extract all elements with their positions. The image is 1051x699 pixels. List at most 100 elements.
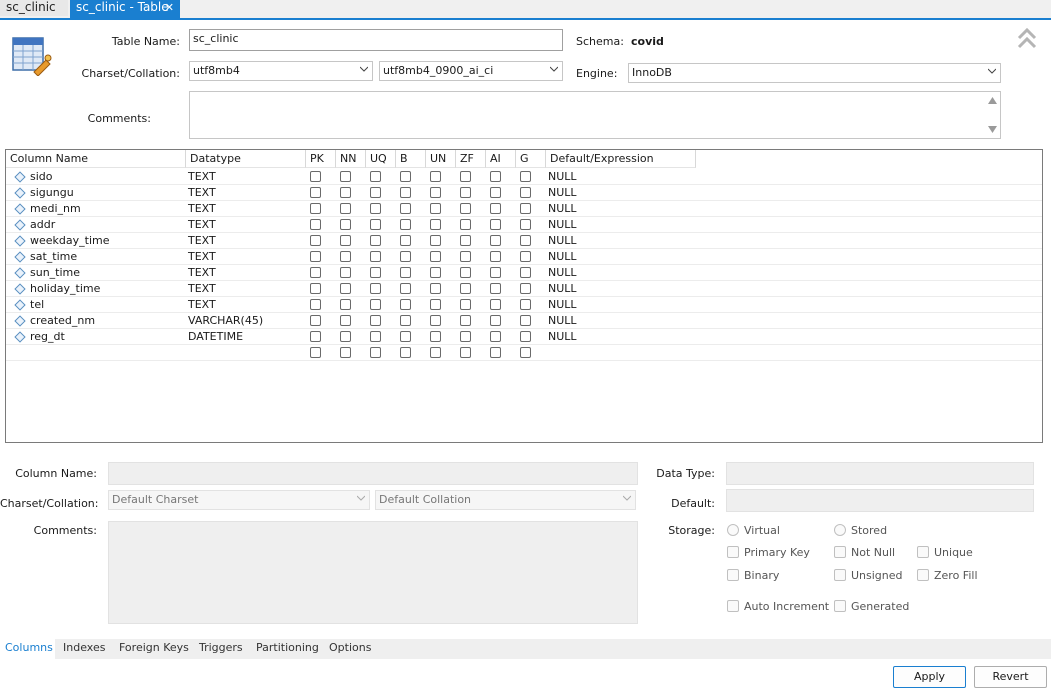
apply-button[interactable]: Apply bbox=[893, 666, 966, 688]
pk-checkbox[interactable] bbox=[310, 299, 321, 310]
table-row[interactable]: reg_dt DATETIME NULL bbox=[6, 329, 1042, 345]
datatype-cell[interactable]: TEXT bbox=[188, 297, 216, 313]
pk-checkbox[interactable] bbox=[310, 283, 321, 294]
virtual-radio[interactable] bbox=[727, 524, 739, 536]
zf-checkbox[interactable] bbox=[460, 251, 471, 262]
uq-checkbox[interactable] bbox=[370, 267, 381, 278]
collapse-icon[interactable] bbox=[1017, 28, 1037, 50]
unsigned-checkbox[interactable] bbox=[834, 569, 846, 581]
default-cell[interactable]: NULL bbox=[548, 185, 577, 201]
b-checkbox[interactable] bbox=[400, 235, 411, 246]
column-name-cell[interactable]: weekday_time bbox=[30, 233, 110, 249]
un-checkbox[interactable] bbox=[430, 171, 441, 182]
nn-checkbox[interactable] bbox=[340, 171, 351, 182]
close-icon[interactable]: ✕ bbox=[165, 0, 174, 15]
pk-checkbox[interactable] bbox=[310, 219, 321, 230]
stored-radio[interactable] bbox=[834, 524, 846, 536]
default-cell[interactable]: NULL bbox=[548, 169, 577, 185]
column-name-cell[interactable]: sido bbox=[30, 169, 53, 185]
ai-checkbox[interactable] bbox=[490, 219, 501, 230]
pk-checkbox[interactable] bbox=[310, 187, 321, 198]
uq-checkbox[interactable] bbox=[370, 299, 381, 310]
un-checkbox[interactable] bbox=[430, 331, 441, 342]
un-checkbox[interactable] bbox=[430, 251, 441, 262]
pk-checkbox[interactable] bbox=[310, 251, 321, 262]
header-g[interactable]: G bbox=[516, 150, 546, 168]
charset-select[interactable]: utf8mb4 bbox=[189, 61, 373, 81]
column-name-cell[interactable]: sigungu bbox=[30, 185, 74, 201]
header-uq[interactable]: UQ bbox=[366, 150, 396, 168]
nn-checkbox[interactable] bbox=[340, 251, 351, 262]
tab-foreign-keys[interactable]: Foreign Keys bbox=[119, 641, 189, 654]
pk-checkbox[interactable] bbox=[310, 347, 321, 358]
nn-checkbox[interactable] bbox=[340, 315, 351, 326]
table-name-input[interactable]: sc_clinic bbox=[189, 29, 563, 51]
tab-sc-clinic-table[interactable]: sc_clinic - Table ✕ bbox=[70, 0, 180, 18]
b-checkbox[interactable] bbox=[400, 203, 411, 214]
uq-checkbox[interactable] bbox=[370, 203, 381, 214]
default-cell[interactable]: NULL bbox=[548, 313, 577, 329]
zf-checkbox[interactable] bbox=[460, 171, 471, 182]
ai-checkbox[interactable] bbox=[490, 235, 501, 246]
g-checkbox[interactable] bbox=[520, 299, 531, 310]
default-cell[interactable]: NULL bbox=[548, 329, 577, 345]
table-row[interactable]: sun_time TEXT NULL bbox=[6, 265, 1042, 281]
column-name-cell[interactable]: holiday_time bbox=[30, 281, 100, 297]
b-checkbox[interactable] bbox=[400, 315, 411, 326]
ai-checkbox[interactable] bbox=[490, 251, 501, 262]
nn-checkbox[interactable] bbox=[340, 331, 351, 342]
g-checkbox[interactable] bbox=[520, 235, 531, 246]
column-collation-select[interactable]: Default Collation bbox=[375, 490, 636, 510]
nn-checkbox[interactable] bbox=[340, 347, 351, 358]
table-row[interactable] bbox=[6, 345, 1042, 361]
column-name-cell[interactable]: created_nm bbox=[30, 313, 95, 329]
uq-checkbox[interactable] bbox=[370, 283, 381, 294]
datatype-input[interactable] bbox=[726, 462, 1034, 485]
b-checkbox[interactable] bbox=[400, 299, 411, 310]
header-datatype[interactable]: Datatype bbox=[186, 150, 306, 168]
ai-checkbox[interactable] bbox=[490, 299, 501, 310]
engine-select[interactable]: InnoDB bbox=[628, 63, 1001, 83]
g-checkbox[interactable] bbox=[520, 331, 531, 342]
default-cell[interactable]: NULL bbox=[548, 201, 577, 217]
datatype-cell[interactable]: TEXT bbox=[188, 217, 216, 233]
pk-checkbox[interactable] bbox=[310, 267, 321, 278]
header-zf[interactable]: ZF bbox=[456, 150, 486, 168]
default-cell[interactable]: NULL bbox=[548, 217, 577, 233]
scroll-down-icon[interactable] bbox=[988, 126, 997, 133]
table-row[interactable]: created_nm VARCHAR(45) NULL bbox=[6, 313, 1042, 329]
tab-triggers[interactable]: Triggers bbox=[199, 641, 243, 654]
column-name-cell[interactable]: sat_time bbox=[30, 249, 77, 265]
column-name-cell[interactable]: reg_dt bbox=[30, 329, 65, 345]
g-checkbox[interactable] bbox=[520, 347, 531, 358]
zf-checkbox[interactable] bbox=[460, 235, 471, 246]
default-cell[interactable]: NULL bbox=[548, 297, 577, 313]
b-checkbox[interactable] bbox=[400, 331, 411, 342]
nn-checkbox[interactable] bbox=[340, 187, 351, 198]
uq-checkbox[interactable] bbox=[370, 171, 381, 182]
zf-checkbox[interactable] bbox=[460, 315, 471, 326]
table-row[interactable]: addr TEXT NULL bbox=[6, 217, 1042, 233]
header-pk[interactable]: PK bbox=[306, 150, 336, 168]
table-row[interactable]: sat_time TEXT NULL bbox=[6, 249, 1042, 265]
columns-grid[interactable]: Column Name Datatype PK NN UQ B UN ZF AI… bbox=[5, 149, 1043, 443]
un-checkbox[interactable] bbox=[430, 203, 441, 214]
un-checkbox[interactable] bbox=[430, 219, 441, 230]
auto-increment-checkbox[interactable] bbox=[727, 600, 739, 612]
not-null-checkbox[interactable] bbox=[834, 546, 846, 558]
default-cell[interactable]: NULL bbox=[548, 249, 577, 265]
column-name-cell[interactable]: medi_nm bbox=[30, 201, 81, 217]
tab-options[interactable]: Options bbox=[329, 641, 371, 654]
ai-checkbox[interactable] bbox=[490, 347, 501, 358]
nn-checkbox[interactable] bbox=[340, 219, 351, 230]
column-comments-textarea[interactable] bbox=[108, 521, 638, 624]
zf-checkbox[interactable] bbox=[460, 203, 471, 214]
g-checkbox[interactable] bbox=[520, 171, 531, 182]
table-row[interactable]: sigungu TEXT NULL bbox=[6, 185, 1042, 201]
b-checkbox[interactable] bbox=[400, 171, 411, 182]
default-cell[interactable]: NULL bbox=[548, 265, 577, 281]
scrollbar[interactable] bbox=[984, 92, 1000, 138]
g-checkbox[interactable] bbox=[520, 251, 531, 262]
table-row[interactable]: holiday_time TEXT NULL bbox=[6, 281, 1042, 297]
default-cell[interactable]: NULL bbox=[548, 233, 577, 249]
